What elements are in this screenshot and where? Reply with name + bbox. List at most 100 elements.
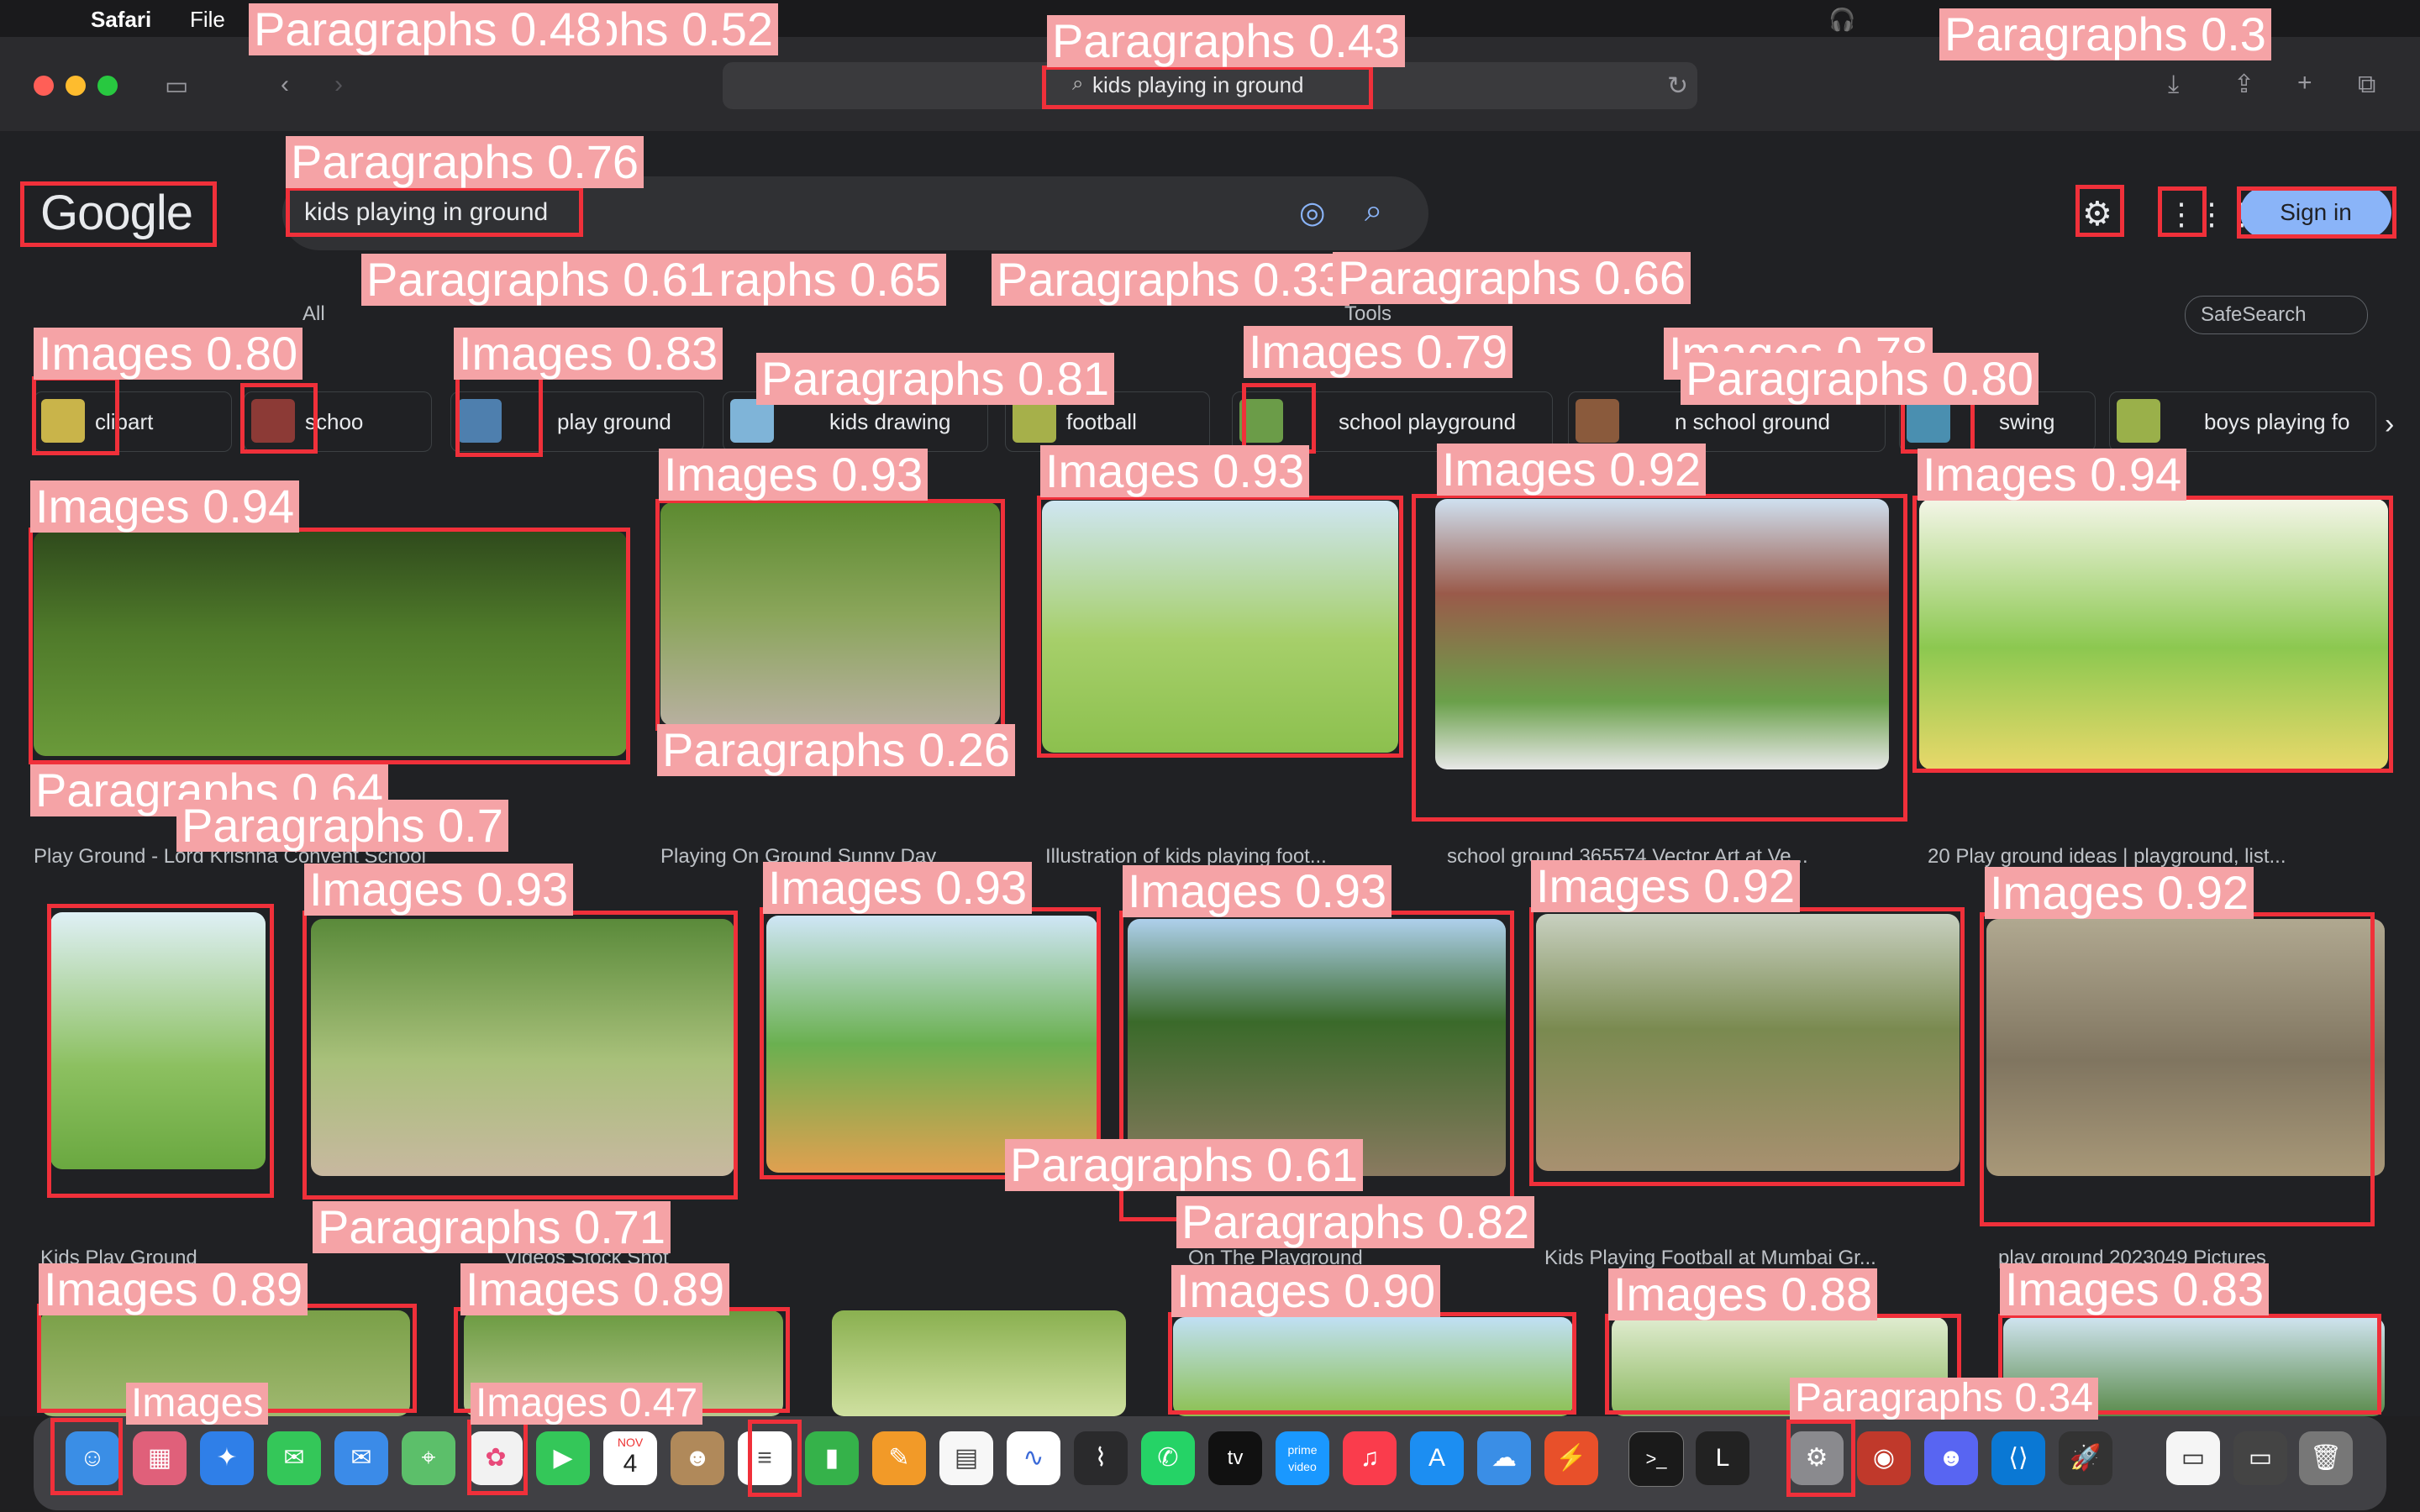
- detection-box: [1242, 383, 1316, 454]
- detection-box: [748, 1420, 802, 1497]
- messages-icon[interactable]: ✉: [267, 1431, 321, 1485]
- reload-icon[interactable]: ↻: [1667, 74, 1688, 99]
- weather-icon[interactable]: ☁: [1477, 1431, 1531, 1485]
- detection-label: Images 0.94: [1918, 449, 2187, 501]
- chip-label: school playground: [1339, 409, 1517, 434]
- rocket-app-icon[interactable]: 🚀: [2059, 1431, 2112, 1485]
- chip-thumbnail: [1013, 399, 1056, 443]
- detection-box: [1529, 907, 1965, 1186]
- calendar-icon[interactable]: NOV 4: [603, 1431, 657, 1485]
- detection-label: Paragraphs 0.34: [1790, 1378, 2098, 1420]
- trash-icon[interactable]: 🗑: [2299, 1431, 2353, 1485]
- chip-label: n school ground: [1675, 409, 1831, 434]
- detection-label: Images 0.80: [34, 328, 303, 380]
- facetime-icon[interactable]: ▶: [536, 1431, 590, 1485]
- pages-icon[interactable]: ✎: [872, 1431, 926, 1485]
- chip-boys-playing-football[interactable]: boys playing fo: [2109, 391, 2376, 452]
- menu-app-name[interactable]: Safari: [91, 7, 151, 33]
- numbers-icon[interactable]: ▮: [805, 1431, 859, 1485]
- detection-label: Paragraphs 0.3: [1939, 8, 2271, 60]
- minimize-window-button[interactable]: [66, 76, 86, 96]
- download-icon[interactable]: ⤓: [2168, 72, 2179, 97]
- new-tab-icon[interactable]: +: [2297, 71, 2312, 96]
- detection-box: [1786, 1420, 1855, 1497]
- zoom-window-button[interactable]: [97, 76, 118, 96]
- detection-label: Images 0.92: [1437, 444, 1707, 496]
- chip-thumbnail: [730, 399, 774, 443]
- detection-box: [50, 1418, 123, 1495]
- detection-box: [20, 181, 217, 247]
- mail-icon[interactable]: ✉: [334, 1431, 388, 1485]
- remote-desktop-icon[interactable]: ⚡: [1544, 1431, 1598, 1485]
- tab-all[interactable]: All: [302, 302, 325, 326]
- detection-label: Paragraphs 0.43: [1047, 15, 1406, 67]
- document-stack-icon[interactable]: ▭: [2166, 1431, 2220, 1485]
- detection-label: Paragraphs 0.71: [313, 1201, 671, 1253]
- tab-overview-icon[interactable]: ⧉: [2358, 72, 2375, 97]
- detection-box: [2237, 186, 2396, 239]
- detection-label: Paragraphs 0.82: [1176, 1196, 1535, 1248]
- close-window-button[interactable]: [34, 76, 54, 96]
- back-icon[interactable]: ‹: [281, 72, 289, 97]
- photo-booth-icon[interactable]: ◉: [1857, 1431, 1911, 1485]
- detection-box: [1037, 496, 1403, 758]
- detection-box: [1980, 912, 2375, 1226]
- detection-label: Paragraphs 0.61: [1005, 1139, 1364, 1191]
- detection-box: [29, 528, 630, 764]
- detection-label: Images 0.89: [39, 1263, 308, 1315]
- result-image[interactable]: [832, 1310, 1126, 1416]
- lens-icon[interactable]: ◎: [1299, 195, 1325, 230]
- headphones-icon[interactable]: 🎧: [1828, 7, 1855, 33]
- tools-button[interactable]: Tools: [1344, 302, 1392, 326]
- detection-label: Images 0.89: [460, 1263, 730, 1315]
- detection-box: [302, 911, 738, 1200]
- whatsapp-icon[interactable]: ✆: [1141, 1431, 1195, 1485]
- vscode-icon[interactable]: ⟨⟩: [1991, 1431, 2045, 1485]
- safari-icon[interactable]: ✦: [200, 1431, 254, 1485]
- l-app-icon[interactable]: L: [1696, 1431, 1749, 1485]
- detection-box: [240, 383, 318, 454]
- detection-box: [2075, 185, 2124, 237]
- launchpad-icon[interactable]: ▦: [133, 1431, 187, 1485]
- detection-label: Images 0.83: [2000, 1263, 2270, 1315]
- share-icon[interactable]: ⇪: [2233, 72, 2254, 97]
- stocks-icon[interactable]: ⌇: [1074, 1431, 1128, 1485]
- contacts-icon[interactable]: ☻: [671, 1431, 724, 1485]
- discord-icon[interactable]: ☻: [1924, 1431, 1978, 1485]
- forward-icon[interactable]: ›: [334, 72, 343, 97]
- menu-file[interactable]: File: [190, 7, 225, 33]
- chip-thumbnail: [2117, 399, 2160, 443]
- detection-box: [286, 186, 583, 237]
- detection-label: Paragraphs 0.7: [176, 800, 508, 852]
- chip-label: football: [1066, 409, 1137, 434]
- notes-icon[interactable]: ▤: [939, 1431, 993, 1485]
- terminal-icon[interactable]: >_: [1628, 1431, 1684, 1487]
- chip-label: kids drawing: [829, 409, 951, 434]
- result-caption[interactable]: 20 Play ground ideas | playground, list.…: [1928, 845, 2381, 869]
- detection-label: Images 0.90: [1171, 1265, 1441, 1317]
- maps-icon[interactable]: ⌖: [402, 1431, 455, 1485]
- detection-box: [1042, 66, 1373, 109]
- detection-label: Images 0.93: [1123, 865, 1392, 917]
- apple-tv-icon[interactable]: tv: [1208, 1431, 1262, 1485]
- screenshot-stack-icon[interactable]: ▭: [2233, 1431, 2287, 1485]
- chip-thumbnail: [1576, 399, 1619, 443]
- detection-label: Images 0.93: [1040, 445, 1310, 497]
- freeform-icon[interactable]: ∿: [1007, 1431, 1060, 1485]
- detection-label: Images 0.79: [1244, 326, 1513, 378]
- detection-box: [455, 375, 543, 457]
- sidebar-icon[interactable]: ▭: [165, 74, 188, 99]
- chevron-right-icon[interactable]: ›: [2385, 408, 2394, 441]
- search-icon[interactable]: ⌕: [1365, 193, 1382, 229]
- detection-box: [1912, 496, 2393, 773]
- prime-video-icon[interactable]: prime video: [1276, 1431, 1329, 1485]
- music-icon[interactable]: ♫: [1343, 1431, 1397, 1485]
- detection-label: Paragraphs 0.80: [1681, 353, 2039, 405]
- result-caption[interactable]: Kids Playing Football at Mumbai Gr...: [1544, 1247, 1948, 1270]
- detection-box: [655, 499, 1005, 731]
- detection-box: [467, 1420, 528, 1495]
- app-store-icon[interactable]: A: [1410, 1431, 1464, 1485]
- calendar-day: 4: [623, 1450, 638, 1478]
- detection-label: Paragraphs 0.61: [361, 254, 720, 306]
- safesearch-button[interactable]: SafeSearch: [2185, 296, 2368, 334]
